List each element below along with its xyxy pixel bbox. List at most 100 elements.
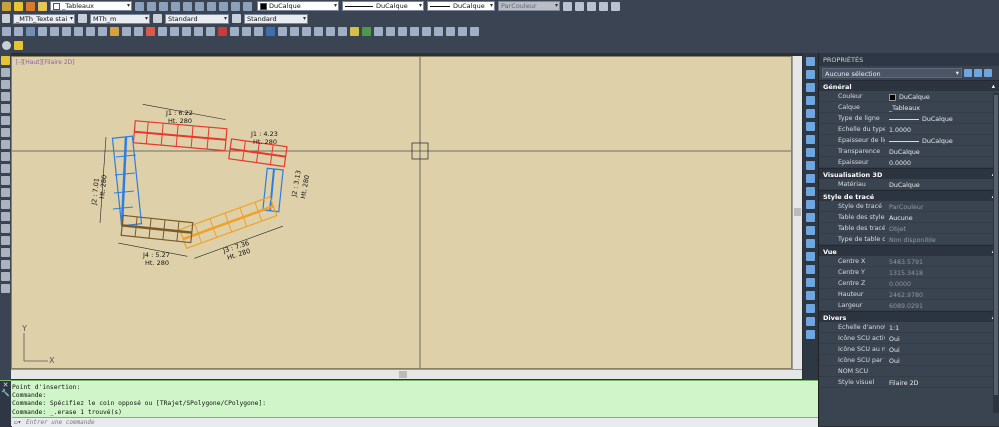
cut-icon[interactable] (74, 27, 83, 36)
lineweight-combo[interactable]: DuCalque ▾ (427, 1, 495, 11)
viewport-scale-icon[interactable] (599, 1, 608, 11)
design-center-icon[interactable] (218, 27, 227, 36)
measure-icon[interactable] (422, 27, 431, 36)
prop-row[interactable]: Calque _Tableaux (819, 102, 999, 113)
toggle-pickadd-icon[interactable] (964, 69, 972, 77)
open-icon[interactable] (14, 27, 23, 36)
prop-row[interactable]: Centre Z 0.0000 (819, 278, 999, 289)
vertical-scrollbar[interactable] (792, 56, 802, 369)
area-icon[interactable] (434, 27, 443, 36)
xref-icon[interactable] (302, 27, 311, 36)
dim-style-icon[interactable] (78, 14, 87, 23)
group-icon[interactable] (362, 27, 371, 36)
properties-scroll-thumb[interactable] (994, 95, 998, 395)
preview-icon[interactable] (50, 27, 59, 36)
layer-isolate-icon[interactable] (171, 1, 180, 11)
info-circle-3-icon[interactable] (410, 27, 419, 36)
array-icon[interactable] (806, 109, 815, 118)
section-misc[interactable]: Divers▴ (819, 311, 999, 322)
viewport-convert-icon[interactable] (587, 1, 596, 11)
save-icon[interactable] (26, 27, 35, 36)
text-style-icon[interactable] (2, 14, 10, 23)
layer-properties-icon[interactable] (2, 1, 11, 11)
prop-row[interactable]: Table des tracés atta...Objet (819, 223, 999, 234)
wrench-icon[interactable]: 🔧 (0, 389, 11, 397)
hyperlink-icon[interactable] (326, 27, 335, 36)
prop-row[interactable]: Centre X 5483.5791 (819, 256, 999, 267)
sheet-set-icon[interactable] (242, 27, 251, 36)
info-circle-icon[interactable] (386, 27, 395, 36)
edit-hatch-icon[interactable] (806, 291, 815, 300)
polyline-icon[interactable] (1, 80, 10, 89)
markup-icon[interactable] (254, 27, 263, 36)
publish-icon[interactable] (62, 27, 71, 36)
pan-icon[interactable] (158, 27, 167, 36)
prop-row[interactable]: Couleur DuCalque (819, 91, 999, 102)
rotate-icon[interactable] (1, 140, 10, 149)
text-style-combo[interactable]: _MTh_Texte stai ▾ (13, 13, 75, 24)
ungroup-icon[interactable] (374, 27, 383, 36)
section-visualisation-3d[interactable]: Visualisation 3D▴ (819, 168, 999, 179)
refedit-icon[interactable] (290, 27, 299, 36)
copy-object-icon[interactable] (806, 70, 815, 79)
paste-icon[interactable] (98, 27, 107, 36)
viewport-polygon-icon[interactable] (611, 1, 620, 11)
prop-row[interactable]: Matériau DuCalque (819, 179, 999, 190)
section-plot-style[interactable]: Style de tracé▴ (819, 190, 999, 201)
layer-walk-icon[interactable] (219, 1, 228, 11)
erase-icon[interactable] (806, 57, 815, 66)
zoom-realtime-icon[interactable] (170, 27, 179, 36)
section-general[interactable]: Général ▴ (819, 80, 999, 91)
ellipse-icon[interactable] (1, 176, 10, 185)
prop-row[interactable]: Echelle d'annotation1:1 (819, 322, 999, 333)
layer-merge-icon[interactable] (231, 1, 240, 11)
help-icon[interactable] (338, 27, 347, 36)
prop-row[interactable]: Type de table de tracéNon disponible (819, 234, 999, 245)
layer-delete-icon[interactable] (243, 1, 252, 11)
rectangle-icon[interactable] (1, 104, 10, 113)
highlight-icon[interactable] (350, 27, 359, 36)
prop-row[interactable]: Style de tracé ParCouleur (819, 201, 999, 212)
edit-attribute-icon[interactable] (806, 317, 815, 326)
rotate-object-icon[interactable] (806, 135, 815, 144)
viewport-clip-icon[interactable] (575, 1, 584, 11)
dim-style-combo[interactable]: MTh_m ▾ (90, 13, 150, 24)
chamfer-icon[interactable] (806, 226, 815, 235)
region-icon[interactable] (1, 248, 10, 257)
gradient-icon[interactable] (1, 236, 10, 245)
color-combo[interactable]: DuCalque ▾ (257, 1, 339, 11)
circle-icon[interactable] (1, 152, 10, 161)
extend-icon[interactable] (806, 187, 815, 196)
prop-row[interactable]: Transparence DuCalque (819, 146, 999, 157)
copy-icon[interactable] (86, 27, 95, 36)
insert-block-icon[interactable] (1, 188, 10, 197)
sun-icon[interactable] (26, 1, 35, 11)
explode-icon[interactable] (806, 252, 815, 261)
command-prompt-icon[interactable]: ▭▾ (14, 419, 21, 426)
lightbulb-icon[interactable] (14, 1, 23, 11)
quick-select-icon[interactable] (984, 69, 992, 77)
prop-row[interactable]: Epaisseur de ligneDuCalque (819, 135, 999, 146)
trim-icon[interactable] (806, 174, 815, 183)
move-icon[interactable] (1, 128, 10, 137)
mtext-icon[interactable] (1, 272, 10, 281)
horizontal-scroll-thumb[interactable] (399, 371, 407, 378)
table-icon[interactable] (1, 260, 10, 269)
hatch-icon[interactable] (1, 224, 10, 233)
draworder-icon[interactable] (806, 330, 815, 339)
line-icon[interactable] (1, 68, 10, 77)
layer-previous-icon[interactable] (147, 1, 156, 11)
layer-off-icon[interactable] (195, 1, 204, 11)
properties-scrollbar[interactable] (993, 93, 999, 413)
linetype-combo[interactable]: DuCalque ▾ (342, 1, 424, 11)
close-icon[interactable]: ✕ (0, 381, 11, 389)
mleader-style-icon[interactable] (232, 14, 241, 23)
block-editor-icon[interactable] (146, 27, 155, 36)
zoom-previous-icon[interactable] (194, 27, 203, 36)
viewport-controls-label[interactable]: [-][Haut][Filaire 2D] (16, 59, 75, 66)
layer-freeze-icon[interactable] (183, 1, 192, 11)
edit-polyline-icon[interactable] (806, 265, 815, 274)
print-icon[interactable] (38, 27, 47, 36)
table-style-icon[interactable] (153, 14, 162, 23)
make-current-icon[interactable] (135, 1, 144, 11)
